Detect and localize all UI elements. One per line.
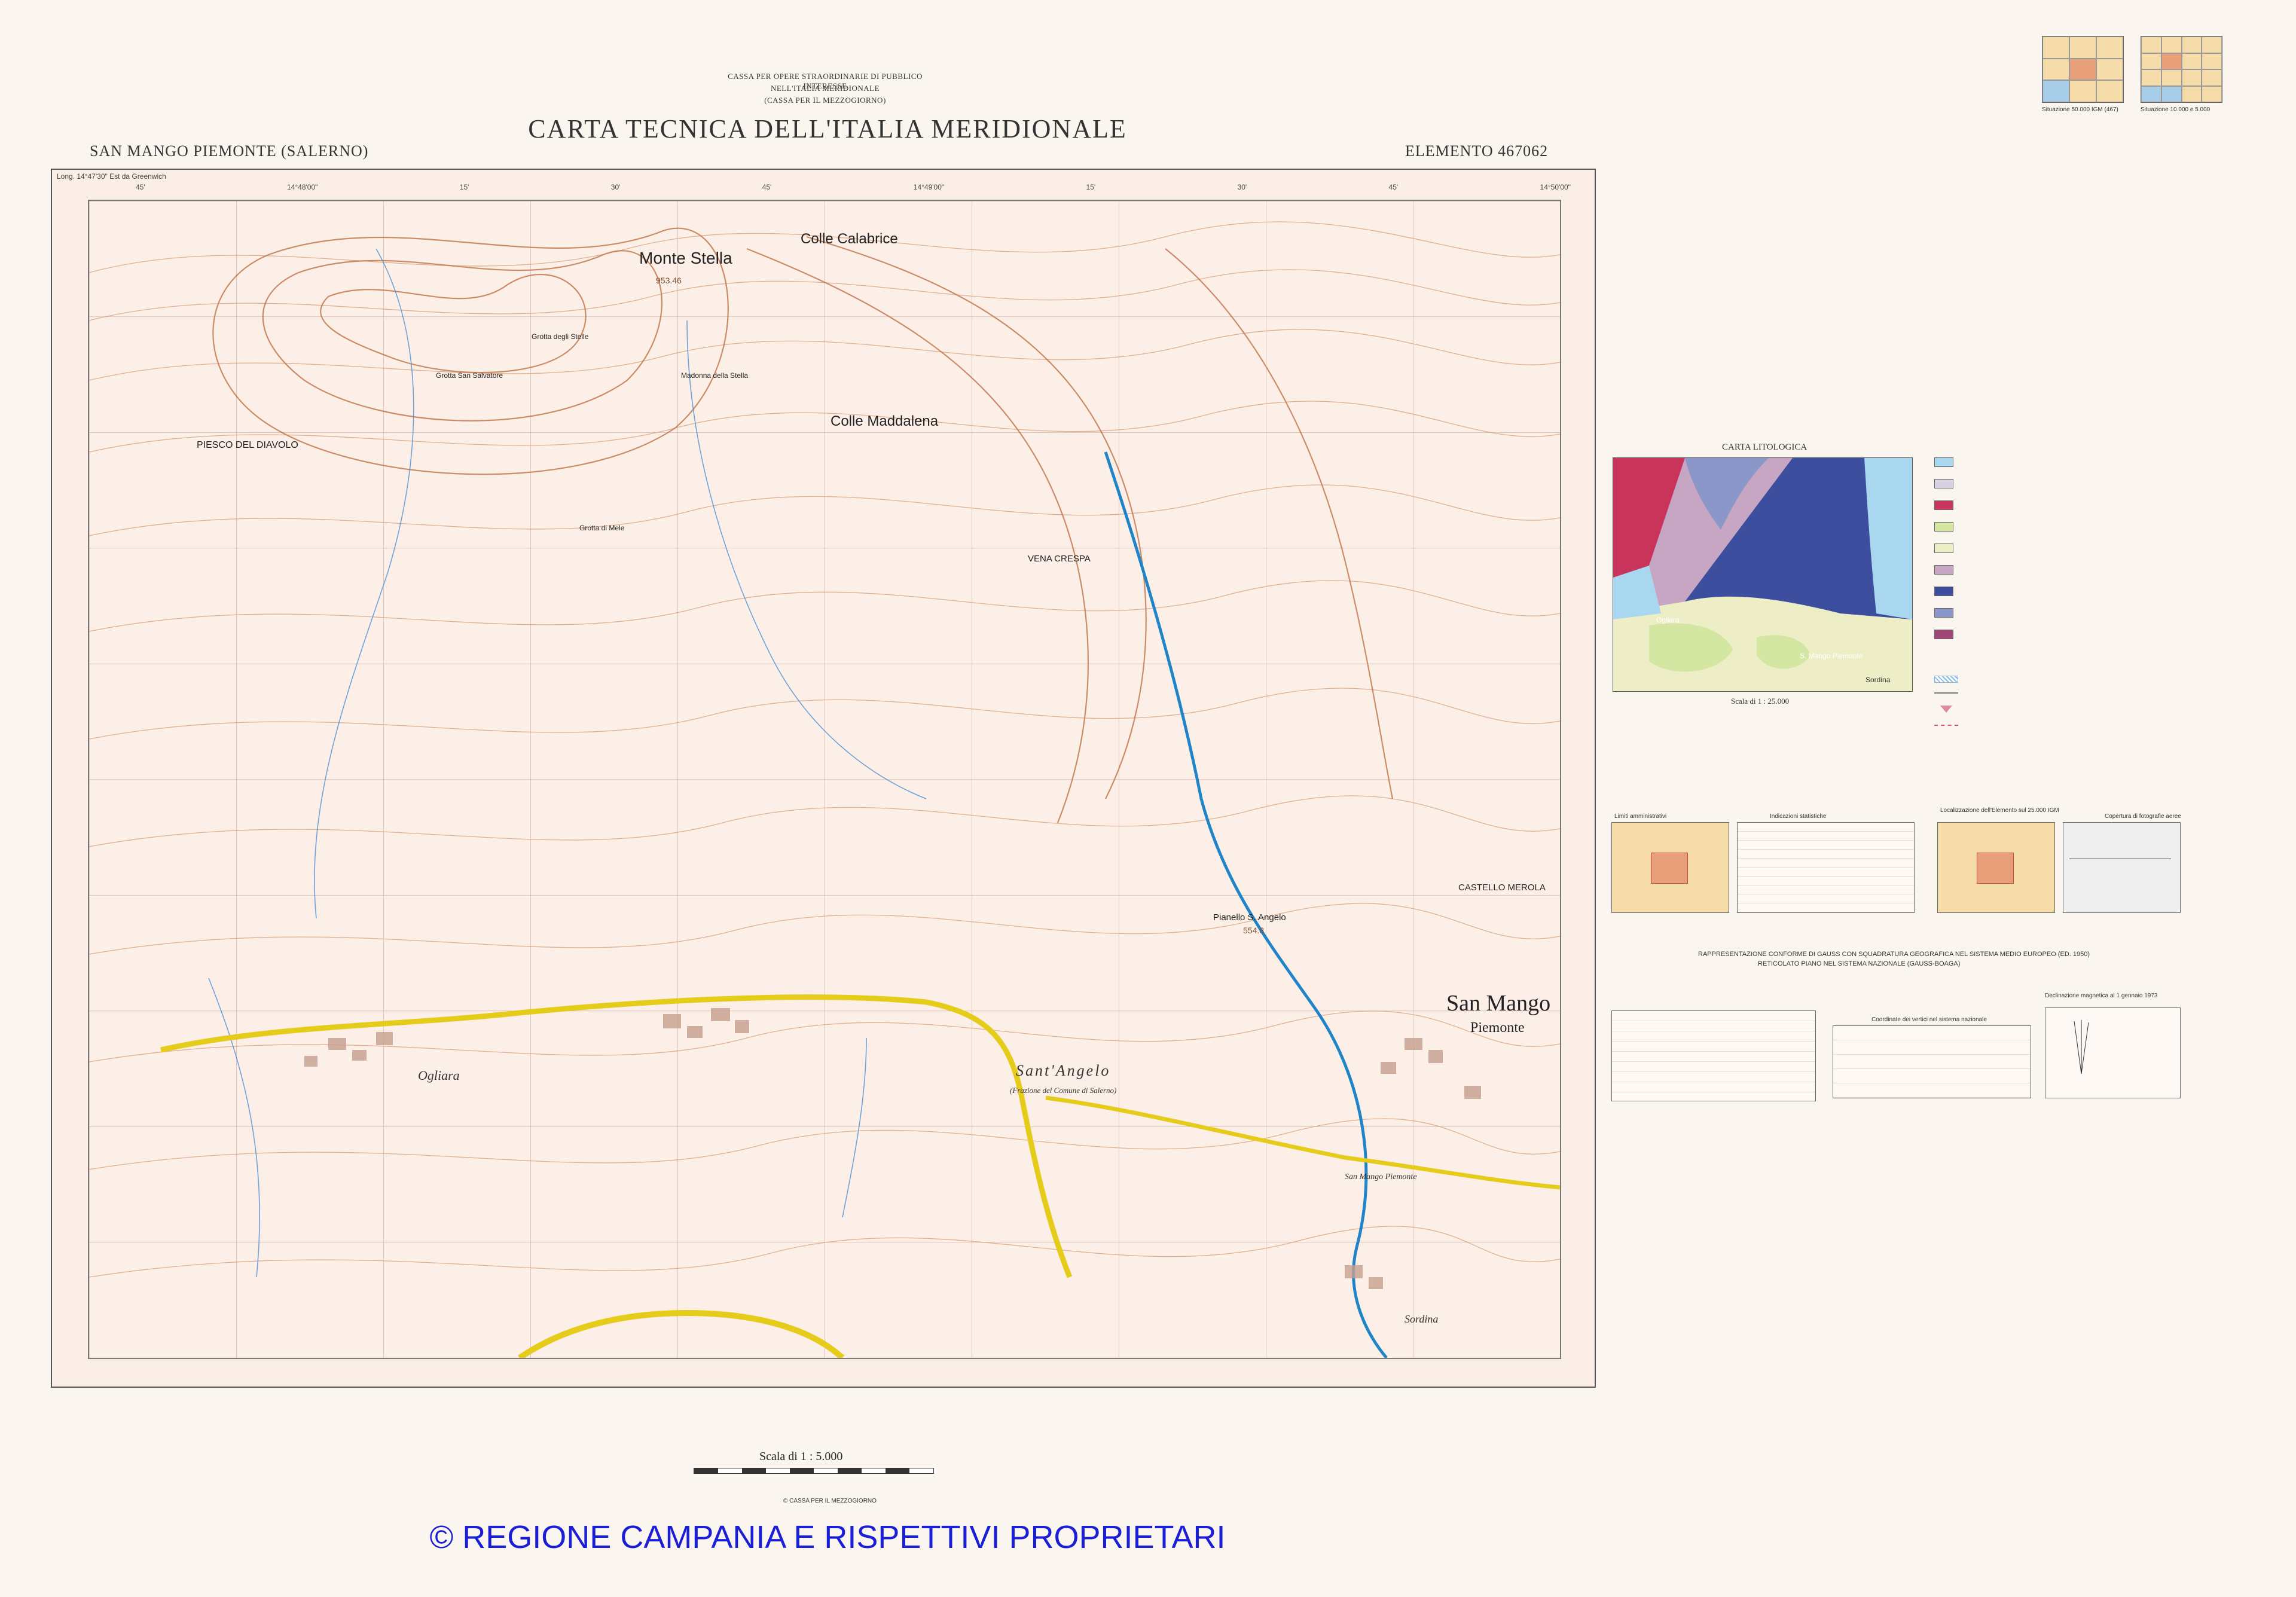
- agency-line-2: NELL'ITALIA MERIDIONALE: [770, 84, 880, 93]
- litho-scale: Scala di 1 : 25.000: [1731, 697, 1790, 706]
- label-piemonte: Piemonte: [1470, 1020, 1525, 1036]
- coord-tick: 30': [1237, 183, 1247, 191]
- coord-tick: 15': [459, 183, 469, 191]
- legend-swatch: [1934, 479, 1953, 488]
- map-title: CARTA TECNICA DELL'ITALIA MERIDIONALE: [528, 114, 1127, 143]
- legend-row: [1934, 543, 1953, 553]
- index-caption-1: Situazione 50.000 IGM (467): [2042, 106, 2118, 113]
- legend-row: [1934, 630, 1953, 639]
- legend-swatch: [1934, 565, 1953, 575]
- coord-tick: 30': [610, 183, 621, 191]
- transform-example-panel: [1611, 1010, 1816, 1101]
- legend-row: [1934, 479, 1953, 488]
- map-canvas[interactable]: Monte Stella 953.46 Colle Calabrice Coll…: [88, 200, 1561, 1359]
- label-vena-crespa: VENA CRESPA: [1028, 554, 1091, 564]
- legend-row: [1934, 500, 1953, 510]
- litho-map: [1613, 457, 1913, 692]
- coord-tick: 45': [1388, 183, 1399, 191]
- label-pesco-del-diavolo: PIESCO DEL DIAVOLO: [197, 440, 298, 450]
- sheet-name: SAN MANGO PIEMONTE (SALERNO): [90, 142, 369, 160]
- legend-swatch: [1934, 543, 1953, 553]
- coord-tick: 15': [1086, 183, 1096, 191]
- projection-line-1: RAPPRESENTAZIONE CONFORME DI GAUSS CON S…: [1698, 951, 2090, 958]
- label-sordina: Sordina: [1405, 1313, 1439, 1325]
- legend-row: [1934, 565, 1953, 575]
- label-colle-calabrice: Colle Calabrice: [801, 231, 898, 247]
- litho-place-s-mango: S. Mango Piemonte: [1800, 652, 1863, 660]
- label-san-mango-small: San Mango Piemonte: [1345, 1172, 1417, 1181]
- localizzazione-panel: [1937, 822, 2055, 913]
- label-monte-stella-height: 953.46: [656, 276, 682, 285]
- coord-tick: 14°49'00": [913, 183, 945, 191]
- coordinate-tick-row: 45' 14°48'00" 15' 30' 45' 14°49'00" 15' …: [136, 183, 1571, 191]
- legend-swatch: [1934, 522, 1953, 532]
- limiti-panel: [1611, 822, 1729, 913]
- label-castello-merola: CASTELLO MEROLA: [1458, 883, 1546, 893]
- index-diagram-10000: [2141, 36, 2222, 103]
- legend-swatch: [1934, 457, 1953, 467]
- litho-place-ogliara: Ogliara: [1656, 616, 1680, 624]
- map-longitude-label: Long. 14°47'30" Est da Greenwich: [57, 172, 166, 181]
- cassa-small: © CASSA PER IL MEZZOGIORNO: [783, 1498, 877, 1504]
- label-grotta-mele: Grotta di Mele: [579, 524, 625, 532]
- coord-tick: 14°50'00": [1540, 183, 1571, 191]
- label-san-mango: San Mango: [1446, 991, 1551, 1016]
- label-pianello: Pianello S. Angelo: [1213, 912, 1286, 923]
- legend-swatch: [1934, 587, 1953, 596]
- coord-table-title: Coordinate dei vertici nel sistema nazio…: [1871, 1016, 1987, 1023]
- litho-place-sordina: Sordina: [1866, 676, 1891, 684]
- declination-panel: [2045, 1007, 2181, 1098]
- label-monte-stella: Monte Stella: [639, 249, 732, 267]
- legend-row: [1934, 457, 1953, 467]
- label-pianello-height: 554.8: [1243, 926, 1265, 935]
- legend-row: [1934, 587, 1953, 596]
- coord-table: [1833, 1025, 2031, 1098]
- localizzazione-title: Localizzazione dell'Elemento sul 25.000 …: [1940, 807, 2059, 814]
- contour-lines: [89, 201, 1560, 1358]
- statistics-table: [1737, 822, 1915, 913]
- label-grotta-stelle: Grotta degli Stelle: [532, 332, 589, 341]
- scale-bar: [694, 1468, 934, 1474]
- litho-legend: [1934, 457, 1953, 644]
- topographic-map[interactable]: Long. 14°47'30" Est da Greenwich 45' 14°…: [51, 169, 1596, 1388]
- index-caption-2: Situazione 10.000 e 5.000: [2141, 106, 2210, 113]
- copertura-panel: [2063, 822, 2181, 913]
- copyright-notice: © REGIONE CAMPANIA E RISPETTIVI PROPRIET…: [429, 1519, 1226, 1555]
- scale-label: Scala di 1 : 5.000: [759, 1450, 843, 1463]
- legend-row: [1934, 522, 1953, 532]
- declination-title: Declinazione magnetica al 1 gennaio 1973: [2045, 993, 2158, 999]
- legend-swatch: [1934, 608, 1953, 618]
- label-colle-maddalena: Colle Maddalena: [831, 413, 939, 429]
- indicazioni-title: Indicazioni statistiche: [1770, 813, 1827, 820]
- legend-row: [1934, 608, 1953, 618]
- label-grotta-salvatore: Grotta San Salvatore: [436, 371, 503, 380]
- limiti-title: Limiti amministrativi: [1614, 813, 1667, 820]
- legend-swatch: [1934, 630, 1953, 639]
- label-ogliara: Ogliara: [418, 1068, 460, 1083]
- agency-line-3: (CASSA PER IL MEZZOGIORNO): [764, 96, 886, 105]
- element-code: ELEMENTO 467062: [1405, 142, 1549, 160]
- label-madonna-stella: Madonna della Stella: [681, 371, 749, 380]
- coord-tick: 14°48'00": [287, 183, 318, 191]
- label-sant-angelo-sub: (Frazione del Comune di Salerno): [1010, 1086, 1117, 1095]
- legend-swatch: [1934, 500, 1953, 510]
- coord-tick: 45': [136, 183, 145, 191]
- label-sant-angelo: Sant'Angelo: [1016, 1062, 1111, 1079]
- projection-line-2: RETICOLATO PIANO NEL SISTEMA NAZIONALE (…: [1758, 960, 1961, 967]
- legend-line-samples: [1934, 676, 1958, 726]
- litho-title: CARTA LITOLOGICA: [1722, 442, 1808, 452]
- index-diagram-50000: [2042, 36, 2124, 103]
- coord-tick: 45': [762, 183, 772, 191]
- copertura-title: Copertura di fotografie aeree: [2105, 813, 2181, 820]
